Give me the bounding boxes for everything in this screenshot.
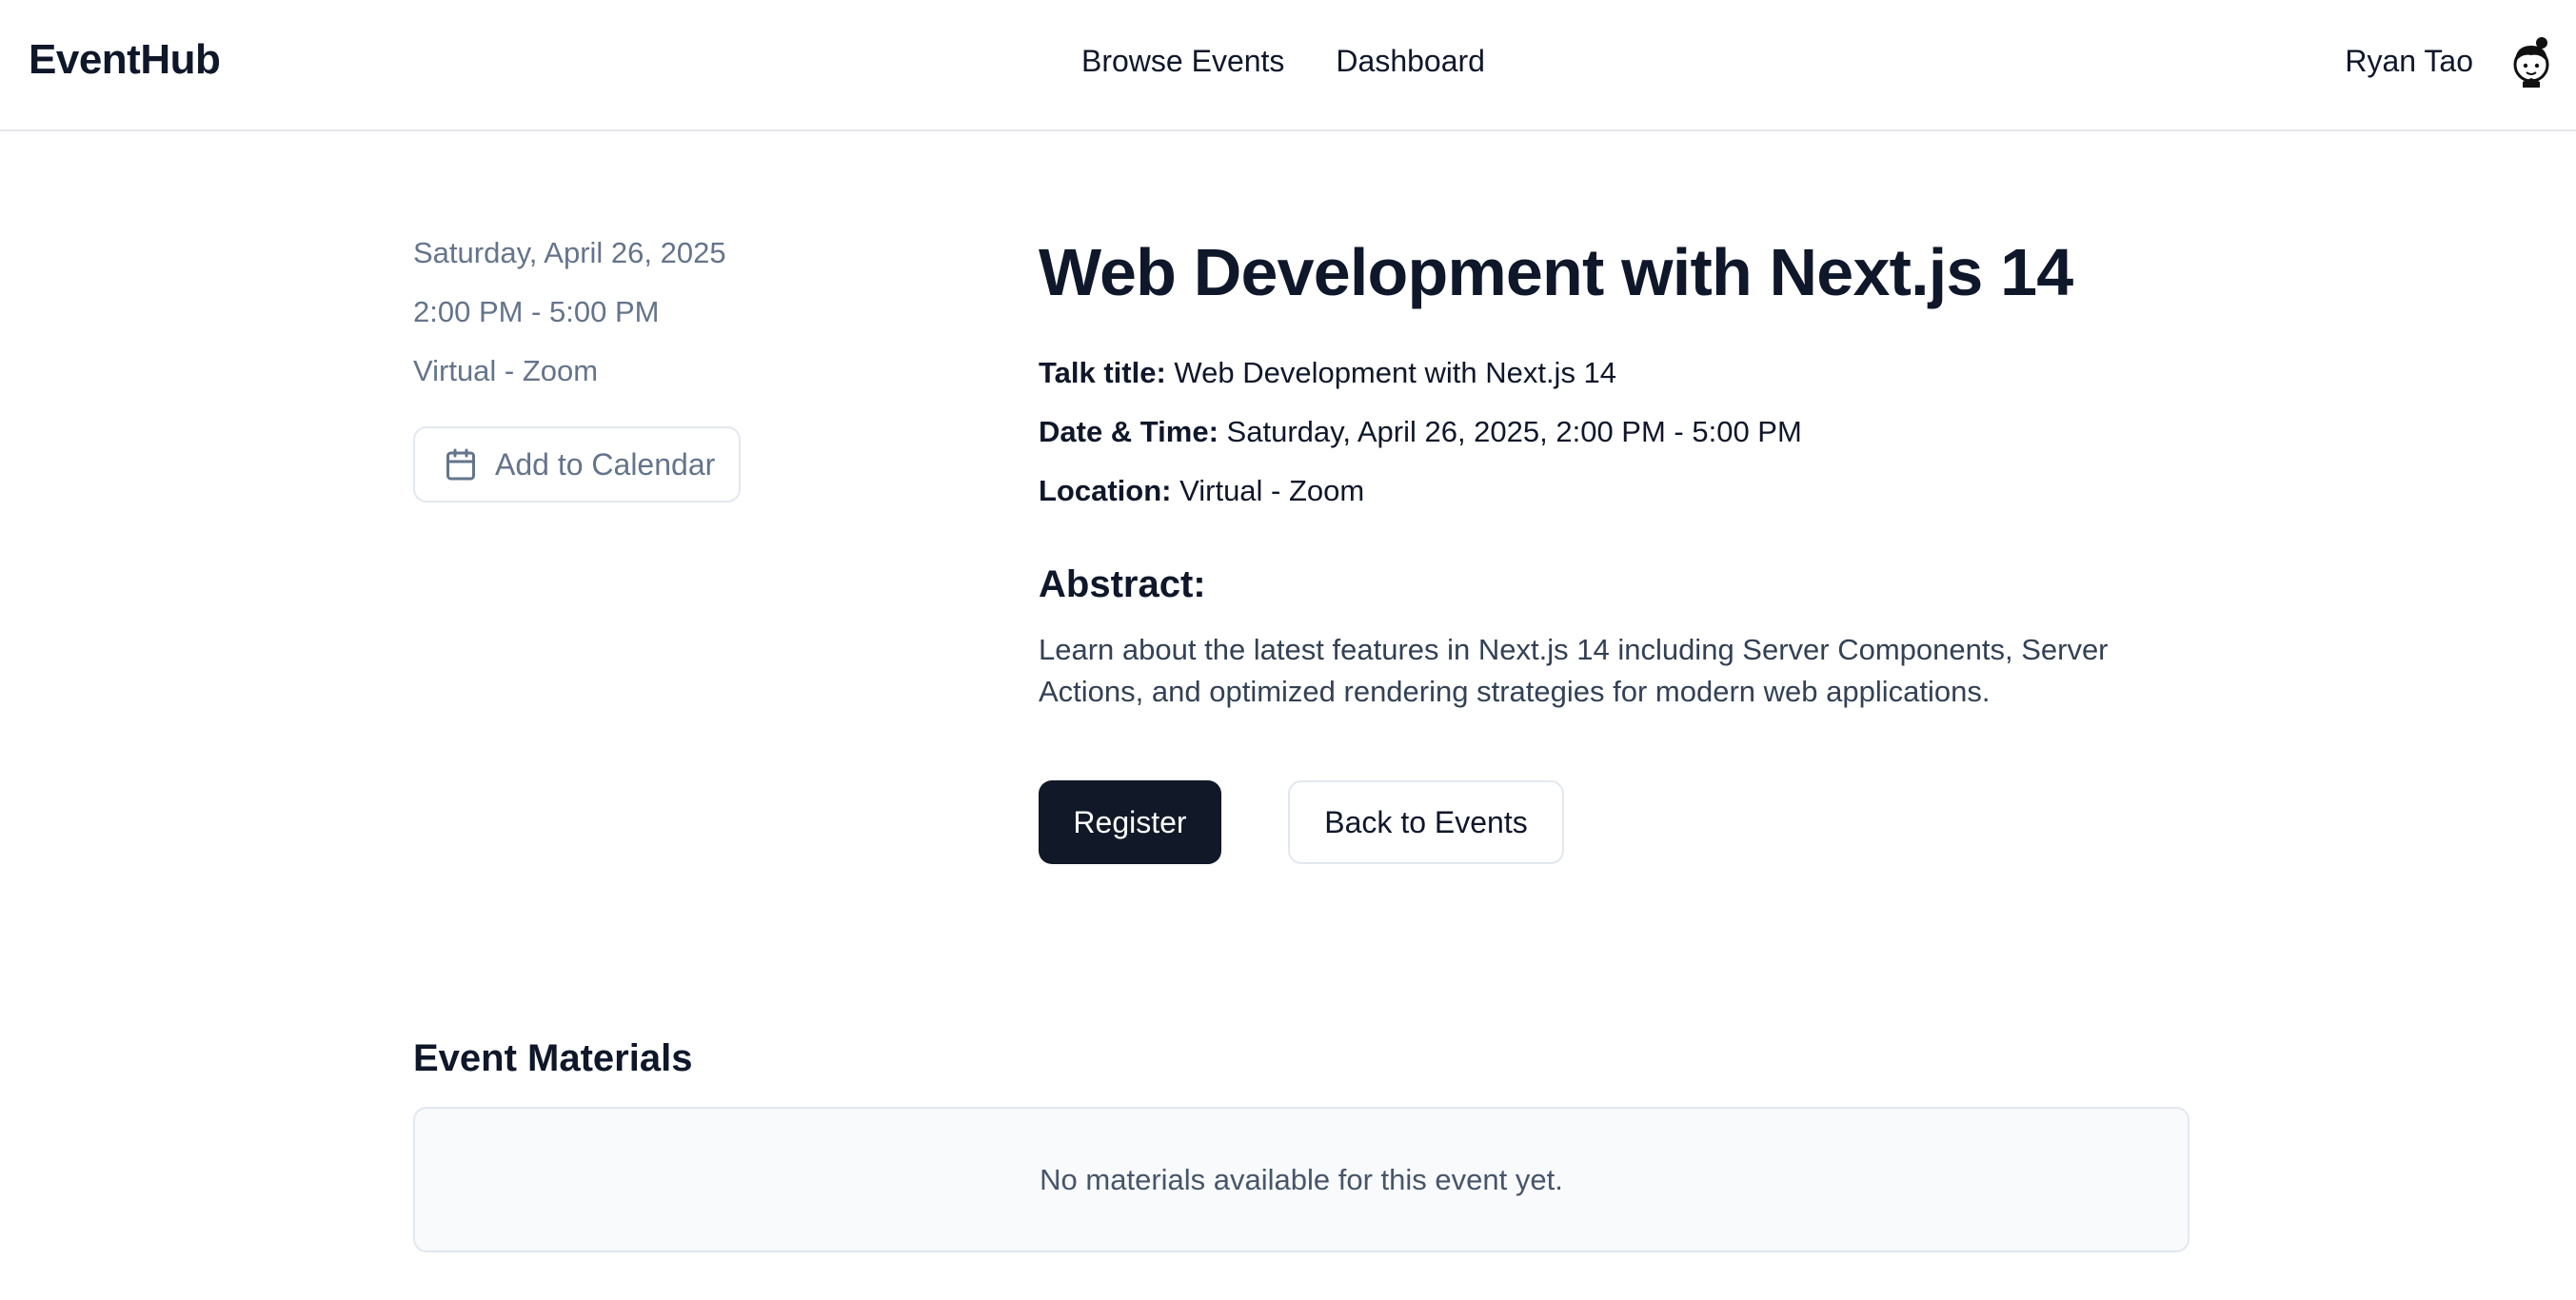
- location-row: Location: Virtual - Zoom: [1039, 472, 2190, 531]
- add-to-calendar-button[interactable]: Add to Calendar: [413, 426, 741, 502]
- talk-title-value: Web Development with Next.js 14: [1174, 356, 1617, 389]
- avatar[interactable]: [2504, 34, 2559, 89]
- page-title: Web Development with Next.js 14: [1039, 235, 2073, 309]
- register-button[interactable]: Register: [1039, 780, 1221, 864]
- back-to-events-button[interactable]: Back to Events: [1288, 780, 1564, 864]
- top-header: EventHub Browse Events Dashboard Ryan Ta…: [0, 0, 2576, 131]
- main-nav: Browse Events Dashboard: [1081, 44, 1485, 79]
- datetime-value: Saturday, April 26, 2025, 2:00 PM - 5:00…: [1226, 415, 1802, 448]
- event-actions: Register Back to Events: [1039, 780, 1564, 864]
- event-meta-sidebar: Saturday, April 26, 2025 2:00 PM - 5:00 …: [413, 233, 726, 410]
- location-value: Virtual - Zoom: [1179, 474, 1365, 507]
- abstract-text: Learn about the latest features in Next.…: [1039, 633, 2109, 708]
- cartoon-avatar-icon: [2513, 37, 2549, 88]
- user-name[interactable]: Ryan Tao: [2345, 44, 2473, 79]
- event-details-list: Talk title: Web Development with Next.js…: [1039, 354, 2190, 531]
- event-details: Web Development with Next.js 14 Talk tit…: [1039, 228, 2190, 713]
- abstract-heading: Abstract:: [1039, 563, 1206, 605]
- talk-title-row: Talk title: Web Development with Next.js…: [1039, 354, 2190, 413]
- datetime-label: Date & Time:: [1039, 415, 1219, 448]
- calendar-icon: [446, 448, 475, 481]
- add-to-calendar-label: Add to Calendar: [495, 446, 716, 482]
- event-location: Virtual - Zoom: [413, 354, 599, 387]
- materials-panel: No materials available for this event ye…: [413, 1107, 2190, 1252]
- talk-title-label: Talk title:: [1039, 356, 1166, 389]
- app-logo[interactable]: EventHub: [29, 36, 221, 84]
- event-time: 2:00 PM - 5:00 PM: [413, 295, 660, 328]
- location-label: Location:: [1039, 474, 1172, 507]
- datetime-row: Date & Time: Saturday, April 26, 2025, 2…: [1039, 413, 2190, 472]
- event-date: Saturday, April 26, 2025: [413, 236, 726, 269]
- nav-dashboard[interactable]: Dashboard: [1336, 44, 1485, 79]
- nav-browse-events[interactable]: Browse Events: [1081, 44, 1284, 79]
- materials-heading: Event Materials: [413, 1037, 693, 1079]
- materials-empty-text: No materials available for this event ye…: [1040, 1162, 1563, 1196]
